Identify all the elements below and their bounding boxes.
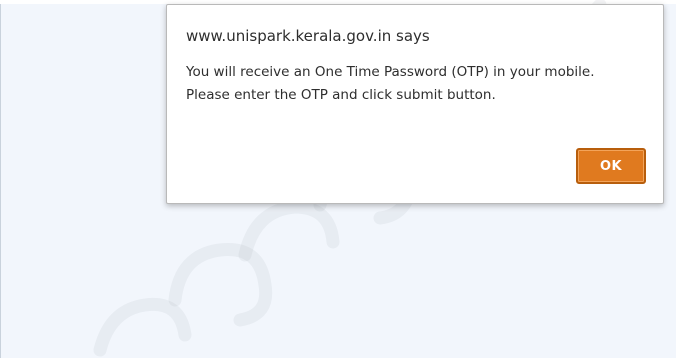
dialog-title: www.unispark.kerala.gov.in says — [186, 27, 430, 45]
ok-button[interactable]: OK — [576, 148, 646, 184]
dialog-message: You will receive an One Time Password (O… — [186, 64, 595, 103]
alert-dialog: www.unispark.kerala.gov.in says You will… — [166, 4, 664, 204]
